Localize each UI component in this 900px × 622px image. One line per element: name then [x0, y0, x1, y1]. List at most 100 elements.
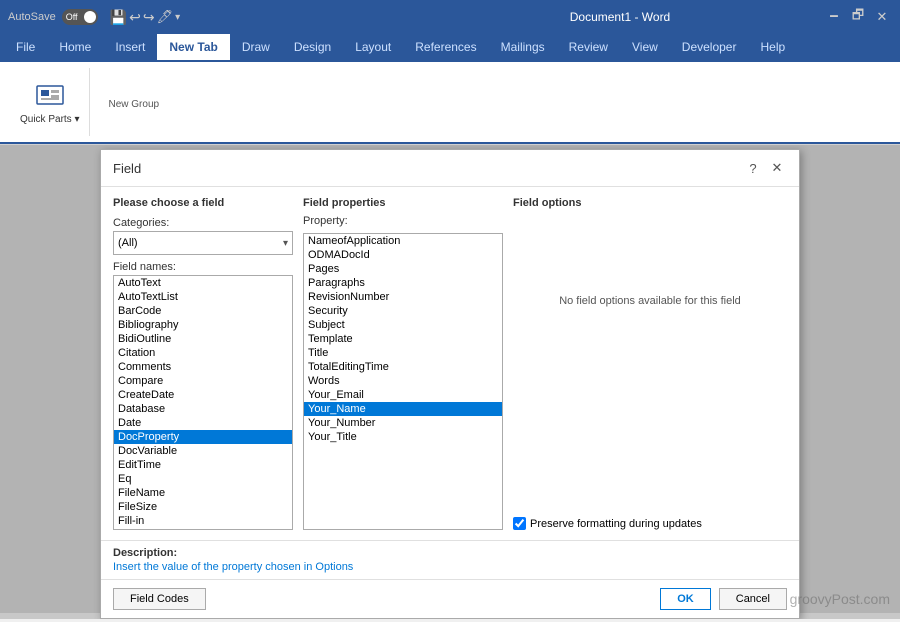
tab-home[interactable]: Home: [47, 34, 103, 62]
tab-insert[interactable]: Insert: [103, 34, 157, 62]
field-list-item[interactable]: BarCode: [114, 304, 292, 318]
dropdown-arrow-icon[interactable]: ▾: [175, 12, 180, 23]
field-list-item[interactable]: Database: [114, 402, 292, 416]
dialog-middle-column: Field properties Property: NameofApplica…: [303, 197, 503, 530]
ribbon-group-new-group: New Group: [98, 68, 169, 136]
ok-button[interactable]: OK: [660, 588, 711, 610]
field-list-item[interactable]: DocVariable: [114, 444, 292, 458]
dialog-body: Please choose a field Categories: (All) …: [101, 187, 799, 540]
title-bar: AutoSave Off 💾 ↩ ↪ 🖊 ▾ Document1 - Word …: [0, 0, 900, 34]
tab-references[interactable]: References: [403, 34, 488, 62]
property-list-item[interactable]: Your_Title: [304, 430, 502, 444]
field-list-item[interactable]: Eq: [114, 472, 292, 486]
property-list[interactable]: NameofApplicationODMADocIdPagesParagraph…: [303, 233, 503, 530]
field-codes-button[interactable]: Field Codes: [113, 588, 206, 610]
property-list-item[interactable]: TotalEditingTime: [304, 360, 502, 374]
field-list-item[interactable]: EditTime: [114, 458, 292, 472]
close-button[interactable]: ✕: [872, 7, 892, 27]
property-list-item[interactable]: Title: [304, 346, 502, 360]
field-list-item[interactable]: FileName: [114, 486, 292, 500]
tab-file[interactable]: File: [4, 34, 47, 62]
field-list-item[interactable]: Citation: [114, 346, 292, 360]
property-list-item[interactable]: Security: [304, 304, 502, 318]
tab-review[interactable]: Review: [557, 34, 620, 62]
save-icon[interactable]: 💾: [110, 9, 127, 26]
minimize-button[interactable]: 🗕: [824, 7, 844, 27]
dialog-footer: Field Codes OK Cancel: [101, 579, 799, 618]
customize-icon[interactable]: 🖊: [157, 9, 174, 25]
dialog-description: Description: Insert the value of the pro…: [101, 540, 799, 579]
tab-developer[interactable]: Developer: [670, 34, 749, 62]
main-area: Field ? ✕ Please choose a field Categori…: [0, 145, 900, 619]
property-list-item[interactable]: Paragraphs: [304, 276, 502, 290]
autosave-knob: [84, 11, 96, 23]
tab-design[interactable]: Design: [282, 34, 343, 62]
property-list-item[interactable]: Template: [304, 332, 502, 346]
property-list-item[interactable]: ODMADocId: [304, 248, 502, 262]
dialog-close-button[interactable]: ✕: [767, 158, 787, 178]
tab-view[interactable]: View: [620, 34, 670, 62]
tab-help[interactable]: Help: [748, 34, 797, 62]
field-list-item[interactable]: Bibliography: [114, 318, 292, 332]
tab-draw[interactable]: Draw: [230, 34, 282, 62]
property-list-item[interactable]: Words: [304, 374, 502, 388]
quick-parts-label: Quick Parts ▾: [20, 114, 79, 125]
dialog-title: Field: [113, 161, 141, 176]
field-list-item[interactable]: Fill-in: [114, 514, 292, 528]
property-list-item[interactable]: Subject: [304, 318, 502, 332]
dialog-title-buttons: ? ✕: [743, 158, 787, 178]
field-list-item[interactable]: AutoTextList: [114, 290, 292, 304]
property-list-item[interactable]: Your_Email: [304, 388, 502, 402]
categories-select[interactable]: (All) ▾: [113, 231, 293, 255]
field-list-item[interactable]: DocProperty: [114, 430, 292, 444]
field-names-label: Field names:: [113, 261, 293, 273]
autosave-toggle[interactable]: Off: [62, 9, 98, 25]
categories-label: Categories:: [113, 217, 293, 229]
field-options-label: Field options: [513, 197, 787, 209]
field-list-item[interactable]: Date: [114, 416, 292, 430]
field-names-group: Field names: AutoTextAutoTextListBarCode…: [113, 261, 293, 530]
field-options-text: No field options available for this fiel…: [513, 295, 787, 307]
autosave-label: AutoSave: [8, 11, 56, 23]
dialog-overlay: Field ? ✕ Please choose a field Categori…: [0, 145, 900, 613]
field-names-list[interactable]: AutoTextAutoTextListBarCodeBibliographyB…: [113, 275, 293, 530]
restore-button[interactable]: 🗗: [848, 7, 868, 27]
field-list-item[interactable]: CreateDate: [114, 388, 292, 402]
preserve-formatting-label: Preserve formatting during updates: [530, 518, 702, 530]
cancel-button[interactable]: Cancel: [719, 588, 787, 610]
redo-icon[interactable]: ↪: [143, 9, 155, 26]
quick-parts-icon[interactable]: [34, 80, 66, 112]
title-bar-title: Document1 - Word: [416, 10, 824, 24]
undo-redo-group: 💾 ↩ ↪ 🖊 ▾: [110, 9, 180, 26]
description-label: Description:: [113, 547, 787, 559]
property-list-item[interactable]: NameofApplication: [304, 234, 502, 248]
categories-group: Categories: (All) ▾: [113, 217, 293, 255]
field-list-item[interactable]: FileSize: [114, 500, 292, 514]
description-text: Insert the value of the property chosen …: [113, 561, 787, 573]
categories-arrow-icon: ▾: [283, 238, 288, 249]
field-list-item[interactable]: AutoText: [114, 276, 292, 290]
dialog-help-button[interactable]: ?: [743, 158, 763, 178]
title-bar-buttons: 🗕 🗗 ✕: [824, 7, 892, 27]
preserve-formatting-checkbox[interactable]: [513, 517, 526, 530]
autosave-off-label: Off: [66, 12, 78, 22]
tab-layout[interactable]: Layout: [343, 34, 403, 62]
tab-new-tab[interactable]: New Tab: [157, 34, 229, 62]
undo-icon[interactable]: ↩: [129, 9, 141, 26]
property-list-item[interactable]: Your_Name: [304, 402, 502, 416]
property-list-item[interactable]: Your_Number: [304, 416, 502, 430]
choose-field-label: Please choose a field: [113, 197, 293, 209]
field-list-item[interactable]: BidiOutline: [114, 332, 292, 346]
tab-mailings[interactable]: Mailings: [489, 34, 557, 62]
property-list-item[interactable]: Pages: [304, 262, 502, 276]
title-bar-left: AutoSave Off 💾 ↩ ↪ 🖊 ▾: [8, 9, 416, 26]
field-list-item[interactable]: Compare: [114, 374, 292, 388]
new-group-label: New Group: [108, 99, 159, 110]
dialog-action-buttons: OK Cancel: [660, 588, 787, 610]
field-list-item[interactable]: Comments: [114, 360, 292, 374]
property-list-item[interactable]: RevisionNumber: [304, 290, 502, 304]
ribbon-tabs: File Home Insert New Tab Draw Design Lay…: [0, 34, 900, 62]
ribbon-group-quick-parts: Quick Parts ▾: [10, 68, 90, 136]
dialog-title-bar: Field ? ✕: [101, 150, 799, 187]
ribbon: File Home Insert New Tab Draw Design Lay…: [0, 34, 900, 145]
